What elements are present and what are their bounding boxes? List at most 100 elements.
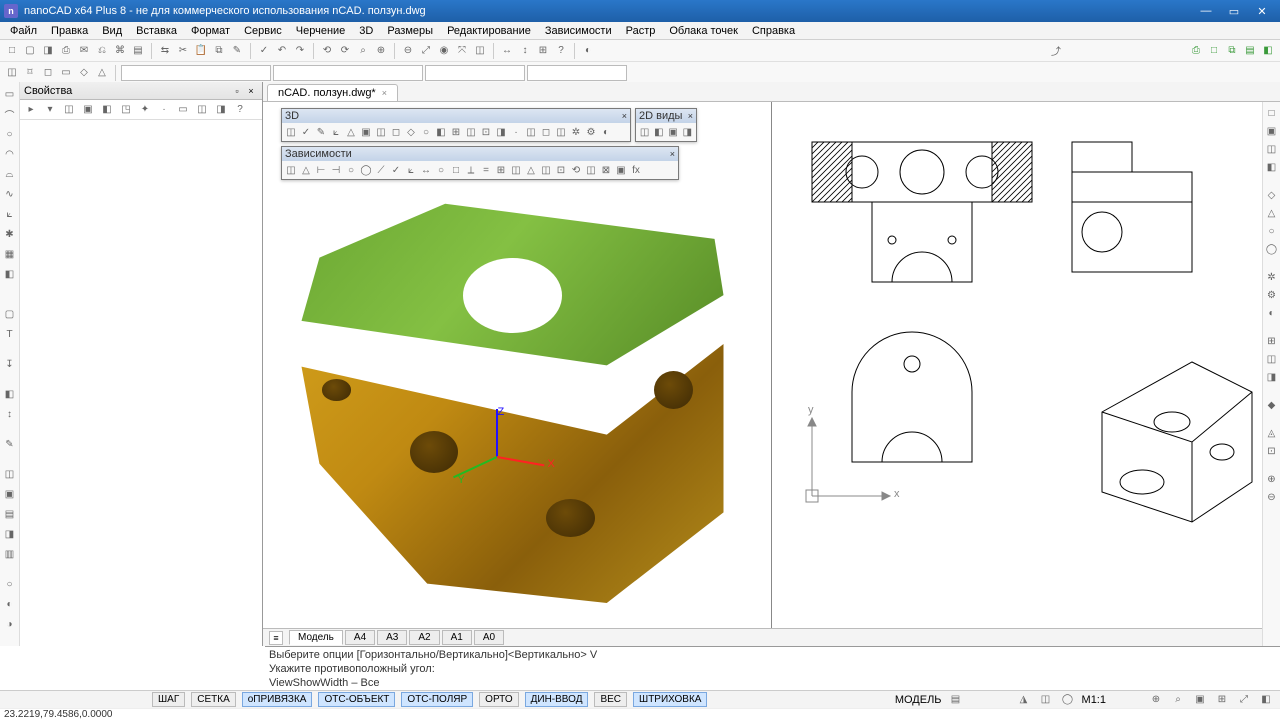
- right-tool-button[interactable]: ⚙: [1265, 288, 1279, 302]
- left-tool-button[interactable]: ○: [2, 576, 18, 592]
- toolbar-button[interactable]: ⊖: [400, 43, 416, 59]
- toolbar-button[interactable]: ⟲: [319, 43, 335, 59]
- properties-tool-button[interactable]: ▣: [80, 102, 96, 118]
- toolbar-button[interactable]: ⧉: [211, 43, 227, 59]
- toolbar-button[interactable]: ◧: [1260, 43, 1276, 59]
- status-toggle-ОТС-ПОЛЯР[interactable]: ОТС-ПОЛЯР: [401, 692, 473, 707]
- toolbar-button[interactable]: ◫: [472, 43, 488, 59]
- mstab-Модель[interactable]: Модель: [289, 630, 343, 645]
- float-tool-button[interactable]: ◐: [599, 125, 613, 139]
- toolbar-button[interactable]: ⧉: [1224, 43, 1240, 59]
- float-tool-button[interactable]: ○: [344, 163, 358, 177]
- float-tool-button[interactable]: fx: [629, 163, 643, 177]
- float-tool-button[interactable]: ⊢: [314, 163, 328, 177]
- right-tool-button[interactable]: ⊡: [1265, 444, 1279, 458]
- status-icon[interactable]: ◯: [1060, 692, 1076, 708]
- toolbar-button[interactable]: 📋: [193, 43, 209, 59]
- properties-tool-button[interactable]: ✦: [137, 102, 153, 118]
- mstab-A2[interactable]: A2: [409, 630, 439, 645]
- toolbar-button[interactable]: □: [4, 43, 20, 59]
- close-button[interactable]: ✕: [1248, 2, 1276, 20]
- viewport-2d[interactable]: y x: [772, 102, 1280, 628]
- toolbar-button[interactable]: ◫: [4, 65, 20, 81]
- float-tool-button[interactable]: ◇: [404, 125, 418, 139]
- mstab-A0[interactable]: A0: [474, 630, 504, 645]
- toolbar-button[interactable]: ⟳: [337, 43, 353, 59]
- toolbar-button[interactable]: ▤: [1242, 43, 1258, 59]
- right-tool-button[interactable]: ◫: [1265, 352, 1279, 366]
- float-tool-button[interactable]: ▣: [667, 125, 680, 139]
- properties-close[interactable]: ×: [244, 86, 258, 96]
- float-toolbar-3d-close[interactable]: ×: [622, 111, 627, 121]
- combo-ltype[interactable]: [425, 65, 525, 81]
- left-tool-button[interactable]: ▣: [2, 486, 18, 502]
- float-tool-button[interactable]: ▣: [359, 125, 373, 139]
- float-tool-button[interactable]: ◨: [494, 125, 508, 139]
- right-tool-button[interactable]: □: [1265, 106, 1279, 120]
- properties-tool-button[interactable]: ▾: [42, 102, 58, 118]
- toolbar-button[interactable]: ▢: [22, 43, 38, 59]
- float-tool-button[interactable]: ◫: [374, 125, 388, 139]
- toolbar-button[interactable]: ⤢: [418, 43, 434, 59]
- float-tool-button[interactable]: ◫: [524, 125, 538, 139]
- document-tab-close[interactable]: ×: [382, 88, 387, 98]
- right-tool-button[interactable]: ◧: [1265, 160, 1279, 174]
- mstab-A4[interactable]: A4: [345, 630, 375, 645]
- left-tool-button[interactable]: ◧: [2, 386, 18, 402]
- status-icon[interactable]: ▤: [948, 692, 964, 708]
- status-icon[interactable]: ◧: [1258, 692, 1274, 708]
- float-toolbar-2dviews-close[interactable]: ×: [688, 111, 693, 121]
- toolbar-button[interactable]: ↷: [292, 43, 308, 59]
- combo-layer[interactable]: [121, 65, 271, 81]
- right-tool-button[interactable]: △: [1265, 206, 1279, 220]
- float-tool-button[interactable]: ⊞: [449, 125, 463, 139]
- right-tool-button[interactable]: ⊕: [1265, 472, 1279, 486]
- float-toolbar-3d[interactable]: 3D × ◫✓✎⟀△▣◫◻◇○◧⊞◫⊡◨·◫◻◫✲⚙◐: [281, 108, 631, 142]
- toolbar-button[interactable]: ◻: [40, 65, 56, 81]
- status-icon[interactable]: ⤢: [1236, 692, 1252, 708]
- combo-lweight[interactable]: [527, 65, 627, 81]
- status-icon[interactable]: ⊞: [1214, 692, 1230, 708]
- menu-3d[interactable]: 3D: [353, 24, 379, 38]
- menu-правка[interactable]: Правка: [45, 24, 94, 38]
- toolbar-button[interactable]: ⎙: [1188, 43, 1204, 59]
- status-icon[interactable]: ◮: [1016, 692, 1032, 708]
- float-tool-button[interactable]: ✲: [569, 125, 583, 139]
- left-tool-button[interactable]: ◧: [2, 266, 18, 282]
- mstab-A3[interactable]: A3: [377, 630, 407, 645]
- left-tool-button[interactable]: ✱: [2, 226, 18, 242]
- float-tool-button[interactable]: ✎: [314, 125, 328, 139]
- menu-облака точек[interactable]: Облака точек: [663, 24, 744, 38]
- status-mode[interactable]: МОДЕЛЬ: [895, 694, 942, 706]
- toolbar-button[interactable]: △: [94, 65, 110, 81]
- right-tool-button[interactable]: ◇: [1265, 188, 1279, 202]
- status-toggle-СЕТКА[interactable]: СЕТКА: [191, 692, 236, 707]
- float-tool-button[interactable]: ◧: [652, 125, 665, 139]
- toolbar-button[interactable]: ↕: [517, 43, 533, 59]
- properties-tool-button[interactable]: ◫: [61, 102, 77, 118]
- left-tool-button[interactable]: ↧: [2, 356, 18, 372]
- menu-черчение[interactable]: Черчение: [290, 24, 352, 38]
- status-scale[interactable]: М1:1: [1082, 694, 1106, 706]
- properties-tool-button[interactable]: ▭: [175, 102, 191, 118]
- command-log[interactable]: Выберите опции [Горизонтально/Вертикальн…: [265, 646, 1280, 690]
- right-tool-button[interactable]: ◬: [1265, 426, 1279, 440]
- status-toggle-ШАГ[interactable]: ШАГ: [152, 692, 185, 707]
- toolbar-button[interactable]: ◨: [40, 43, 56, 59]
- left-tool-button[interactable]: ◐: [2, 596, 18, 612]
- float-tool-button[interactable]: △: [299, 163, 313, 177]
- menu-формат[interactable]: Формат: [185, 24, 236, 38]
- right-tool-button[interactable]: ⊞: [1265, 334, 1279, 348]
- toolbar-button[interactable]: ?: [553, 43, 569, 59]
- mstabs-menu-button[interactable]: ≡: [269, 631, 283, 645]
- menu-вставка[interactable]: Вставка: [130, 24, 183, 38]
- toolbar-button[interactable]: ⌘: [112, 43, 128, 59]
- toolbar-button[interactable]: ◐: [580, 43, 596, 59]
- toolbar-button[interactable]: ⊞: [535, 43, 551, 59]
- left-tool-button[interactable]: ◑: [2, 616, 18, 632]
- float-tool-button[interactable]: ◧: [434, 125, 448, 139]
- status-toggle-ОТС-ОБЪЕКТ[interactable]: ОТС-ОБЪЕКТ: [318, 692, 395, 707]
- float-toolbar-dependencies-header[interactable]: Зависимости ×: [282, 147, 678, 161]
- toolbar-button[interactable]: ⤧: [454, 43, 470, 59]
- float-tool-button[interactable]: ◫: [584, 163, 598, 177]
